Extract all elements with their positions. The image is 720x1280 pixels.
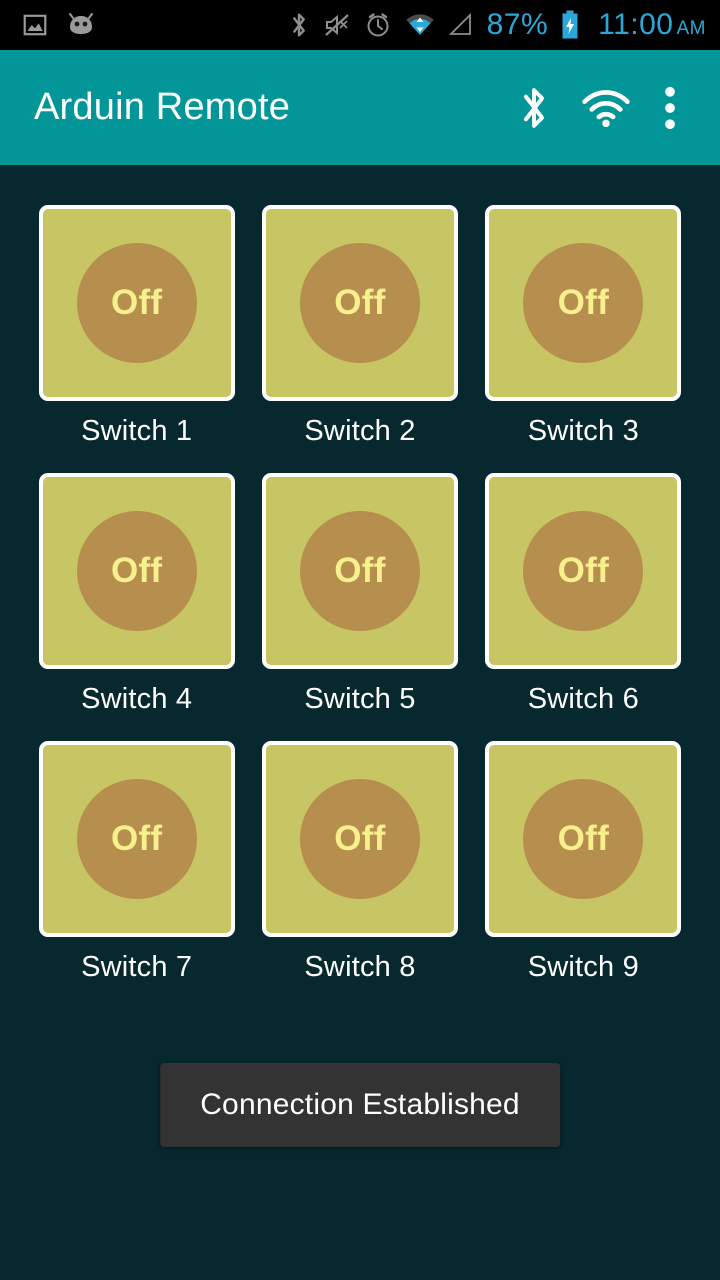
bluetooth-action-icon[interactable] — [498, 72, 570, 144]
switch-cell: Off Switch 9 — [483, 741, 684, 984]
page-title: Arduin Remote — [34, 86, 291, 128]
switch-state-label: Off — [334, 283, 386, 322]
app-screen: 87% 11:00 AM Arduin Remote Off Switch 1 … — [0, 0, 720, 1280]
switch-name-label: Switch 2 — [304, 415, 416, 447]
switch-state-label: Off — [110, 283, 163, 322]
switch-state-label: Off — [334, 819, 386, 858]
bluetooth-icon — [288, 10, 310, 40]
switch-state-label: Off — [110, 551, 163, 590]
switch-toggle-3[interactable]: Off — [485, 205, 682, 401]
battery-charging-icon — [561, 10, 579, 40]
app-bar-actions — [498, 72, 698, 144]
switch-cell: Off Switch 6 — [483, 473, 684, 716]
clock-period: AM — [676, 18, 706, 39]
switch-name-label: Switch 8 — [304, 951, 416, 983]
switch-cell: Off Switch 7 — [36, 741, 237, 984]
toast-notification: Connection Established — [160, 1063, 560, 1147]
switch-cell: Off Switch 8 — [259, 741, 460, 984]
switch-cell: Off Switch 3 — [483, 205, 684, 448]
switch-toggle-8[interactable]: Off — [261, 741, 458, 937]
switch-toggle-6[interactable]: Off — [485, 473, 682, 669]
switch-name-label: Switch 7 — [81, 951, 193, 983]
switch-knob: Off — [523, 511, 644, 631]
cell-signal-icon — [448, 12, 474, 38]
switch-state-label: Off — [110, 819, 163, 858]
switch-state-label: Off — [334, 551, 386, 590]
switch-knob: Off — [299, 511, 420, 631]
switch-name-label: Switch 4 — [81, 683, 193, 715]
photo-icon — [22, 12, 48, 38]
toast-message: Connection Established — [200, 1088, 520, 1121]
switch-knob: Off — [523, 779, 644, 899]
wifi-icon — [405, 12, 435, 38]
switch-state-label: Off — [557, 283, 610, 322]
switch-knob: Off — [76, 511, 197, 631]
switch-cell: Off Switch 4 — [36, 473, 237, 716]
switch-name-label: Switch 9 — [527, 951, 639, 983]
switch-knob: Off — [76, 243, 197, 363]
switch-toggle-1[interactable]: Off — [38, 205, 235, 401]
switch-name-label: Switch 1 — [81, 415, 193, 447]
android-head-icon — [66, 13, 96, 37]
battery-percent: 87% — [486, 8, 549, 41]
status-bar-left-icons — [22, 12, 96, 38]
switch-toggle-2[interactable]: Off — [261, 205, 458, 401]
app-bar: Arduin Remote — [0, 50, 720, 165]
switch-cell: Off Switch 2 — [259, 205, 460, 448]
status-bar-right-icons: 87% 11:00 AM — [288, 8, 706, 42]
switch-name-label: Switch 6 — [527, 683, 639, 715]
clock-time: 11:00 — [598, 8, 674, 41]
switch-name-label: Switch 5 — [304, 683, 416, 715]
overflow-menu-icon[interactable] — [642, 72, 698, 144]
switch-knob: Off — [299, 243, 420, 363]
switch-grid: Off Switch 1 Off Switch 2 Off Switch 3 O… — [0, 165, 720, 984]
switch-toggle-7[interactable]: Off — [38, 741, 235, 937]
switch-state-label: Off — [557, 819, 610, 858]
switch-knob: Off — [76, 779, 197, 899]
status-bar-clock: 11:00 AM — [598, 8, 706, 42]
alarm-clock-icon — [364, 11, 392, 39]
switch-cell: Off Switch 5 — [259, 473, 460, 716]
wifi-action-icon[interactable] — [570, 72, 642, 144]
switch-state-label: Off — [557, 551, 610, 590]
status-bar: 87% 11:00 AM — [0, 0, 720, 50]
switch-knob: Off — [523, 243, 644, 363]
switch-toggle-9[interactable]: Off — [485, 741, 682, 937]
switch-toggle-4[interactable]: Off — [38, 473, 235, 669]
switch-cell: Off Switch 1 — [36, 205, 237, 448]
switch-name-label: Switch 3 — [527, 415, 639, 447]
switch-toggle-5[interactable]: Off — [261, 473, 458, 669]
switch-knob: Off — [299, 779, 420, 899]
volume-mute-icon — [323, 11, 351, 39]
